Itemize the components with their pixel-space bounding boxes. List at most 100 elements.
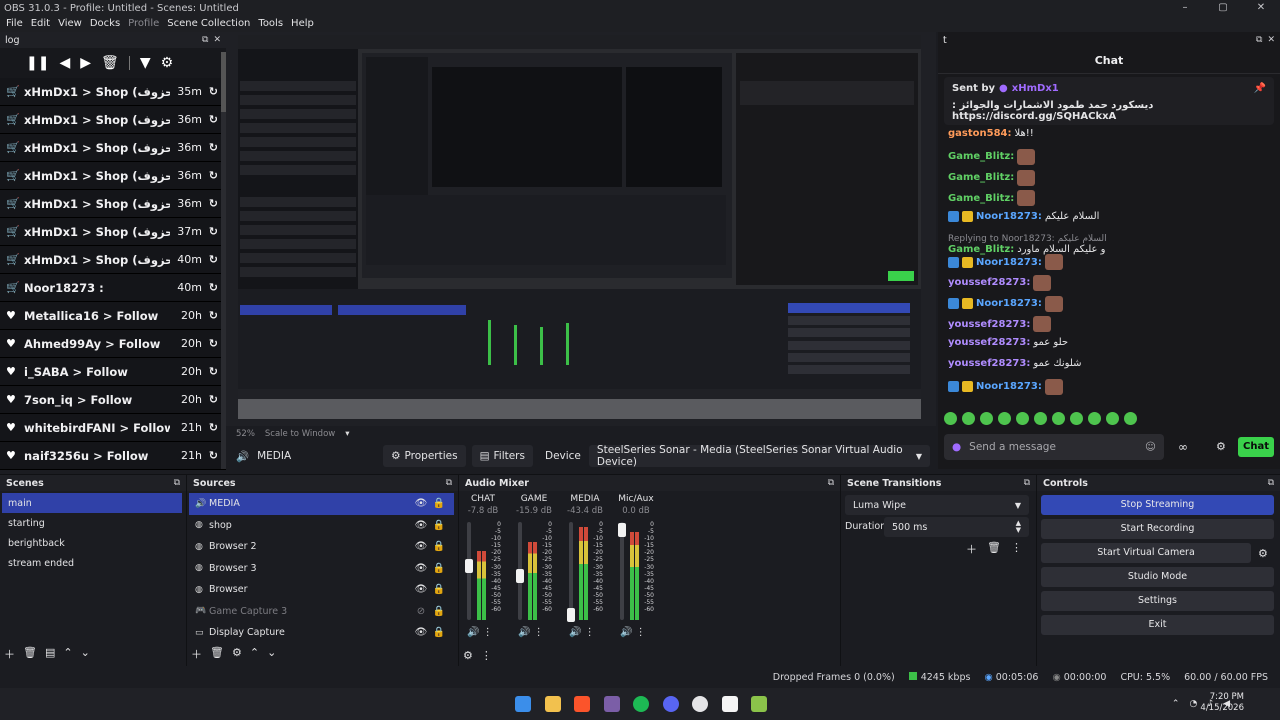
replay-icon[interactable]: ↻ <box>202 253 218 266</box>
emote[interactable] <box>1034 412 1047 425</box>
event-row[interactable]: ♥ naif3256u > Follow 21h ↻ <box>0 442 226 470</box>
stop-streaming-button[interactable]: Stop Streaming <box>1041 495 1274 515</box>
studio-mode-button[interactable]: Studio Mode <box>1041 567 1274 587</box>
gear-icon[interactable]: ⚙ <box>161 55 174 71</box>
start-recording-button[interactable]: Start Recording <box>1041 519 1274 539</box>
event-row[interactable]: 🛒 xHmDx1 > Shop (حزوف) 36m↻ <box>0 134 226 162</box>
filter-icon[interactable]: ▤ <box>45 646 55 662</box>
gear-icon[interactable]: ⚙ <box>1258 547 1268 560</box>
source-item[interactable]: ◍ Browser 👁 🔒 <box>189 579 454 601</box>
pause-icon[interactable]: ❚❚ <box>26 55 49 71</box>
chat-send-button[interactable]: Chat <box>1238 437 1274 457</box>
menu-profile[interactable]: Profile <box>124 16 163 32</box>
notepad-icon[interactable] <box>721 696 738 712</box>
chat-username[interactable]: youssef28273: <box>948 319 1030 330</box>
chat-username[interactable]: youssef28273: <box>948 358 1030 369</box>
source-item[interactable]: ◍ Browser 2 👁 🔒 <box>189 536 454 558</box>
brave-browser-icon[interactable] <box>574 696 590 712</box>
speaker-icon[interactable]: 🔊 <box>467 627 479 638</box>
event-row[interactable]: 🛒 xHmDx1 > Shop (حزوف) 36m↻ <box>0 162 226 190</box>
discord-icon[interactable] <box>662 696 679 712</box>
more-icon[interactable]: ⋮ <box>481 649 492 662</box>
replay-icon[interactable]: ↻ <box>202 365 218 378</box>
chat-username[interactable]: gaston584: <box>948 128 1012 139</box>
menu-edit[interactable]: Edit <box>27 16 54 32</box>
app-icon[interactable] <box>751 696 767 712</box>
replay-icon[interactable]: ↻ <box>202 225 218 238</box>
trash-icon[interactable]: 🗑 <box>210 646 224 662</box>
replay-icon[interactable]: ↻ <box>202 309 218 322</box>
menu-docks[interactable]: Docks <box>86 16 124 32</box>
filter-icon[interactable]: ▼ <box>140 55 151 71</box>
chat-message[interactable]: Noor18273: <box>948 378 1063 395</box>
fader-knob[interactable] <box>618 522 626 537</box>
more-icon[interactable]: ⋮ <box>530 627 544 638</box>
preview-canvas[interactable] <box>238 35 921 419</box>
scene-item[interactable]: berightback <box>2 533 182 553</box>
chat-message[interactable]: youssef28273: <box>948 316 1052 333</box>
event-row[interactable]: 🛒 xHmDx1 > Shop (حزوف) 40m↻ <box>0 246 226 274</box>
minimize-button[interactable]: – <box>1166 0 1204 16</box>
replay-icon[interactable]: ↻ <box>202 197 218 210</box>
source-item[interactable]: ▭ Display Capture 👁 🔒 <box>189 622 454 644</box>
speaker-icon[interactable]: 🔊 <box>518 627 530 638</box>
emote[interactable] <box>980 412 993 425</box>
obs-icon[interactable] <box>692 696 708 712</box>
emote[interactable] <box>998 412 1011 425</box>
replay-icon[interactable]: ↻ <box>202 337 218 350</box>
emote[interactable] <box>1106 412 1119 425</box>
eye-icon[interactable]: 👁 <box>412 627 430 638</box>
float-icon[interactable]: ⧉ <box>202 35 208 45</box>
event-row[interactable]: ♥ 7son_iq > Follow 20h ↻ <box>0 386 226 414</box>
eye-icon[interactable]: 👁 <box>412 520 430 531</box>
event-row[interactable]: 🛒 Noor18273 : 40m ↻ <box>0 274 226 302</box>
maximize-button[interactable]: ▢ <box>1204 0 1242 16</box>
file-explorer-icon[interactable] <box>544 696 561 712</box>
emote[interactable] <box>1124 412 1137 425</box>
pin-icon[interactable]: 📌 <box>1254 83 1266 94</box>
arrow-down-icon[interactable]: ⌄ <box>81 646 90 662</box>
arrow-up-icon[interactable]: ⌃ <box>63 646 72 662</box>
close-icon[interactable]: ✕ <box>1267 35 1275 45</box>
properties-button[interactable]: ⚙ Properties <box>383 445 466 467</box>
speaker-icon[interactable]: 🔊 <box>569 627 581 638</box>
volume-fader[interactable] <box>569 522 573 620</box>
replay-icon[interactable]: ↻ <box>202 141 218 154</box>
replay-icon[interactable]: ↻ <box>202 85 218 98</box>
emote-bar[interactable] <box>944 412 1204 430</box>
add-icon[interactable]: ＋ <box>4 646 15 662</box>
event-row[interactable]: 🛒 xHmDx1 > Shop (حزوف) 36m↻ <box>0 190 226 218</box>
emote[interactable] <box>962 412 975 425</box>
replay-icon[interactable]: ↻ <box>202 169 218 182</box>
menu-tools[interactable]: Tools <box>254 16 287 32</box>
gear-icon[interactable]: ⚙ <box>232 646 242 662</box>
chat-message[interactable]: Noor18273: <box>948 295 1063 312</box>
emote[interactable] <box>944 412 957 425</box>
close-icon[interactable]: ✕ <box>213 35 221 45</box>
emote[interactable] <box>1016 412 1029 425</box>
unlock-icon[interactable]: 🔒 <box>430 627 448 638</box>
chat-message[interactable]: youssef28273: حلو عمو <box>948 337 1068 348</box>
replay-icon[interactable]: ↻ <box>202 421 218 434</box>
unlock-icon[interactable]: 🔒 <box>430 606 448 617</box>
emote[interactable] <box>1088 412 1101 425</box>
device-select[interactable]: SteelSeries Sonar - Media (SteelSeries S… <box>588 444 930 468</box>
zoom-mode-select[interactable]: Scale to Window <box>265 429 335 439</box>
network-icon[interactable]: ◔ <box>1189 699 1197 709</box>
chat-message[interactable]: Noor18273: السلام عليكم <box>948 211 1099 223</box>
event-row[interactable]: 🛒 xHmDx1 > Shop (حزوف) 36m↻ <box>0 106 226 134</box>
emote[interactable] <box>1052 412 1065 425</box>
source-item[interactable]: 🔊 MEDIA 👁 🔒 <box>189 493 454 515</box>
duration-spinbox[interactable]: 500 ms ▲ ▼ <box>884 517 1029 537</box>
chat-username[interactable]: youssef28273: <box>948 337 1030 348</box>
menu-view[interactable]: View <box>54 16 86 32</box>
arrow-down-icon[interactable]: ⌄ <box>267 646 276 662</box>
chat-message[interactable]: Game_Blitz: <box>948 169 1036 186</box>
spotify-icon[interactable] <box>633 696 649 712</box>
eye-icon[interactable]: 👁 <box>412 584 430 595</box>
eye-icon[interactable]: 👁 <box>412 563 430 574</box>
scene-item[interactable]: main <box>2 493 182 513</box>
emoji-icon[interactable]: ☺ <box>1145 441 1156 453</box>
chat-message[interactable]: Noor18273: <box>948 254 1063 270</box>
float-icon[interactable]: ⧉ <box>174 478 180 488</box>
